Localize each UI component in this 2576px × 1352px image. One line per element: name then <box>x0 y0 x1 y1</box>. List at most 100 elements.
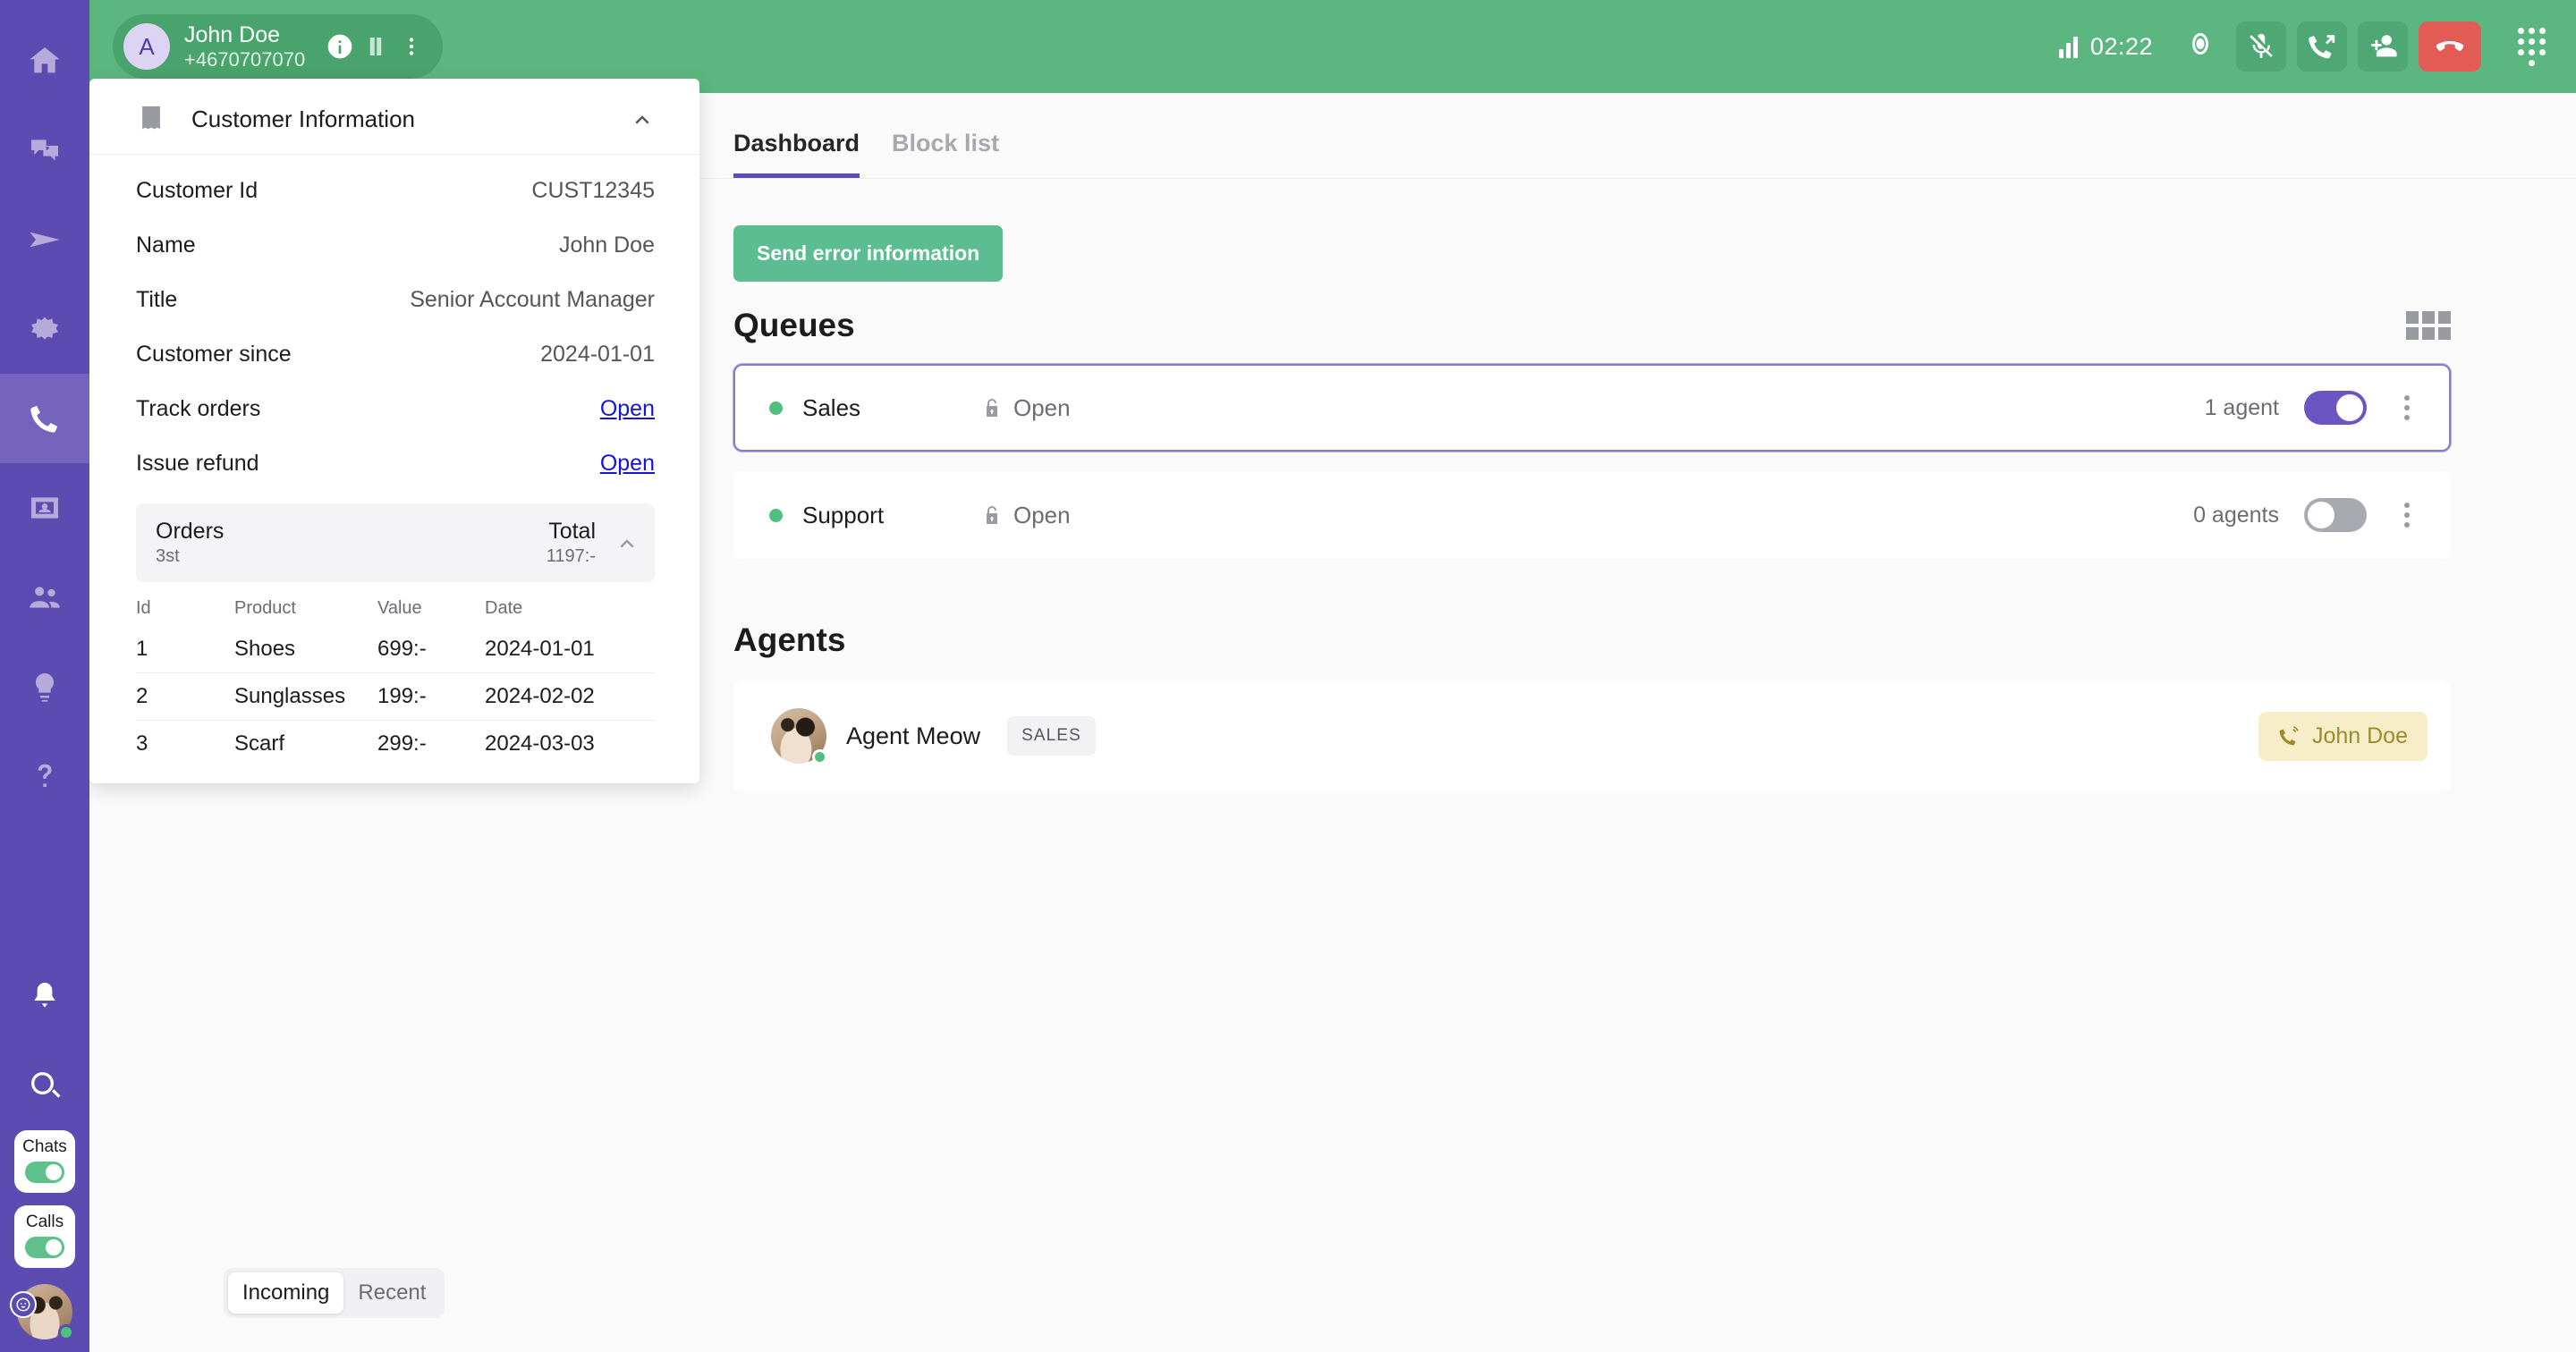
sidebar-item-calls[interactable] <box>0 374 89 463</box>
hangup-button[interactable] <box>2419 21 2481 72</box>
call-list-tabs: Incoming Recent <box>224 1268 445 1318</box>
sidebar-item-campaigns[interactable] <box>0 284 89 374</box>
sidebar-item-teams[interactable] <box>0 553 89 642</box>
record-button[interactable] <box>2175 21 2225 72</box>
orders-collapse-button[interactable] <box>615 531 639 554</box>
queue-row-sales[interactable]: Sales Open 1 agent <box>733 364 2451 452</box>
queue-enable-toggle[interactable] <box>2304 391 2367 425</box>
orders-col-value: Value <box>377 589 485 626</box>
row-value: CUST12345 <box>531 178 655 204</box>
avatar-status-picker[interactable] <box>10 1291 37 1318</box>
chats-toggle-label: Chats <box>22 1138 67 1155</box>
agent-row[interactable]: Agent Meow SALES John Doe <box>733 680 2451 791</box>
hangup-icon <box>2434 30 2466 63</box>
search-icon <box>27 1068 63 1103</box>
chevron-up-icon <box>615 531 639 554</box>
order-date: 2024-03-03 <box>485 721 655 768</box>
sidebar-item-send[interactable] <box>0 195 89 284</box>
chats-toggle[interactable] <box>25 1162 64 1183</box>
unlocked-padlock-icon <box>981 397 1003 418</box>
user-avatar-wrapper[interactable] <box>17 1284 72 1339</box>
agent-avatar-wrapper <box>771 708 826 764</box>
queues-section-header: Queues <box>733 307 2451 344</box>
orders-table-body: 1 Shoes 699:- 2024-01-01 2 Sunglasses 19… <box>136 626 655 767</box>
send-error-information-button[interactable]: Send error information <box>733 225 1003 282</box>
agent-active-call-badge[interactable]: John Doe <box>2258 712 2428 761</box>
customer-panel-title: Customer Information <box>191 106 415 133</box>
contact-card-icon <box>27 490 63 526</box>
sidebar-item-insights[interactable] <box>0 642 89 731</box>
queue-name: Support <box>802 502 981 529</box>
orders-title: Orders <box>156 518 224 545</box>
call-transfer-icon <box>2307 31 2337 62</box>
tab-incoming[interactable]: Incoming <box>228 1272 343 1314</box>
row-value: 2024-01-01 <box>540 342 655 368</box>
customer-row-customer-id: Customer Id CUST12345 <box>136 164 655 218</box>
call-pause-button[interactable] <box>360 31 391 62</box>
sidebar-item-help[interactable] <box>0 731 89 821</box>
queue-agent-count: 1 agent <box>2205 395 2279 421</box>
agent-queue-badge: SALES <box>1007 716 1096 756</box>
sidebar-item-search[interactable] <box>0 1041 89 1130</box>
ringing-phone-icon <box>2278 725 2300 747</box>
call-info-button[interactable] <box>325 31 355 62</box>
question-mark-icon <box>27 758 63 794</box>
tab-recent[interactable]: Recent <box>343 1272 440 1314</box>
queue-menu-button[interactable] <box>2386 503 2428 528</box>
orders-subtitle: 3st <box>156 545 224 568</box>
customer-panel-collapse-button[interactable] <box>630 106 655 131</box>
queue-status-dot <box>769 509 783 522</box>
dialpad-grid-icon[interactable] <box>2518 28 2546 66</box>
mute-button[interactable] <box>2236 21 2286 72</box>
table-row: 3 Scarf 299:- 2024-03-03 <box>136 721 655 768</box>
calls-toggle-card[interactable]: Calls <box>14 1205 75 1268</box>
pause-icon <box>362 33 389 60</box>
customer-row-track-orders: Track orders Open <box>136 382 655 436</box>
customer-detail-rows: Customer Id CUST12345 Name John Doe Titl… <box>89 155 699 491</box>
record-icon <box>2184 30 2216 63</box>
sidebar-item-chats[interactable] <box>0 106 89 195</box>
issue-refund-open-link[interactable]: Open <box>600 451 655 477</box>
receipt-icon <box>136 104 166 134</box>
call-controls: 02:22 <box>2059 21 2576 72</box>
customer-panel-header[interactable]: Customer Information <box>89 79 699 155</box>
orders-col-date: Date <box>485 589 655 626</box>
orders-col-product: Product <box>234 589 377 626</box>
add-person-button[interactable] <box>2358 21 2408 72</box>
track-orders-open-link[interactable]: Open <box>600 396 655 422</box>
tab-block-list[interactable]: Block list <box>892 130 999 178</box>
queue-state-label: Open <box>1013 502 1071 529</box>
active-call-pill[interactable]: A John Doe +4670707070 <box>113 14 443 79</box>
sidebar-item-home[interactable] <box>0 16 89 106</box>
orders-total-block: Total 1197:- <box>547 518 596 568</box>
queue-menu-button[interactable] <box>2386 395 2428 420</box>
calls-toggle[interactable] <box>25 1237 64 1258</box>
customer-row-name: Name John Doe <box>136 218 655 273</box>
queue-row-support[interactable]: Support Open 0 agents <box>733 471 2451 559</box>
people-icon <box>27 579 63 615</box>
orders-summary-header[interactable]: Orders 3st Total 1197:- <box>136 503 655 582</box>
sidebar-item-notifications[interactable] <box>0 951 89 1041</box>
call-more-button[interactable] <box>396 31 427 62</box>
grid-view-icon[interactable] <box>2406 311 2451 340</box>
sidebar-item-contacts[interactable] <box>0 463 89 553</box>
sidebar-bottom: Chats Calls <box>0 951 89 1352</box>
customer-information-panel: Customer Information Customer Id CUST123… <box>89 79 699 783</box>
order-value: 699:- <box>377 626 485 673</box>
microphone-muted-icon <box>2246 31 2276 62</box>
phone-icon <box>27 401 63 436</box>
transfer-call-button[interactable] <box>2297 21 2347 72</box>
caller-name: John Doe <box>184 22 305 48</box>
queue-enable-toggle[interactable] <box>2304 498 2367 532</box>
dashboard-panel: Send error information Queues Sales Open… <box>590 179 2576 791</box>
row-label: Title <box>136 287 177 313</box>
starburst-icon <box>27 311 63 347</box>
calls-toggle-label: Calls <box>26 1213 64 1230</box>
agent-call-label: John Doe <box>2312 723 2408 749</box>
order-id: 2 <box>136 673 234 721</box>
row-value: John Doe <box>559 232 655 258</box>
tab-dashboard[interactable]: Dashboard <box>733 130 860 178</box>
order-product: Sunglasses <box>234 673 377 721</box>
row-label: Name <box>136 232 196 258</box>
chats-toggle-card[interactable]: Chats <box>14 1130 75 1193</box>
